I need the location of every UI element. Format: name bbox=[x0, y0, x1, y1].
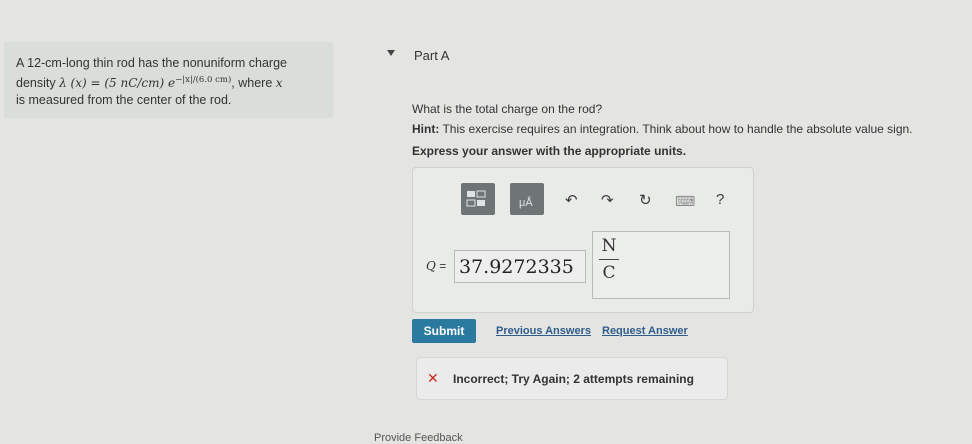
unit-denominator: C bbox=[602, 263, 616, 283]
reset-icon[interactable]: ↻ bbox=[639, 191, 652, 209]
templates-button[interactable] bbox=[461, 183, 495, 215]
answer-value-input[interactable]: 37.9272335 bbox=[454, 250, 586, 283]
unit-numerator: N bbox=[601, 236, 617, 256]
units-button[interactable]: μÅ bbox=[510, 183, 544, 215]
density-prefix: density bbox=[16, 76, 60, 91]
request-answer-link[interactable]: Request Answer bbox=[602, 325, 688, 337]
units-fraction: N C bbox=[599, 236, 619, 283]
hint-label: Hint: bbox=[412, 122, 440, 136]
incorrect-x-icon: ✕ bbox=[427, 370, 439, 386]
provide-feedback-link[interactable]: Provide Feedback bbox=[374, 432, 463, 444]
keyboard-icon[interactable]: ⌨ bbox=[675, 193, 695, 210]
undo-icon[interactable]: ↶ bbox=[565, 191, 578, 209]
question-text: What is the total charge on the rod? bbox=[412, 102, 603, 116]
fraction-bar bbox=[599, 259, 619, 260]
density-exponent: −|x|/(6.0 cm) bbox=[175, 75, 232, 85]
feedback-text: Incorrect; Try Again; 2 attempts remaini… bbox=[453, 372, 694, 386]
q-variable: Q bbox=[426, 259, 436, 273]
answer-label: Q = bbox=[426, 259, 446, 273]
submit-button[interactable]: Submit bbox=[412, 319, 476, 343]
problem-line-3: is measured from the center of the rod. bbox=[16, 93, 232, 108]
problem-statement: A 12-cm-long thin rod has the nonuniform… bbox=[16, 55, 331, 109]
problem-line-2: density λ (x) = (5 nC/cm) e−|x|/(6.0 cm)… bbox=[16, 72, 331, 92]
part-collapse-icon[interactable] bbox=[387, 50, 395, 56]
units-icon: μÅ bbox=[519, 197, 533, 209]
help-icon[interactable]: ? bbox=[716, 191, 724, 208]
answer-instruction: Express your answer with the appropriate… bbox=[412, 144, 687, 158]
hint-text: This exercise requires an integration. T… bbox=[439, 122, 913, 136]
density-formula: λ (x) = (5 nC/cm) e bbox=[59, 76, 176, 91]
templates-icon bbox=[466, 190, 486, 207]
where-text: , where bbox=[231, 76, 273, 91]
previous-answers-link[interactable]: Previous Answers bbox=[496, 325, 591, 337]
hint: Hint: This exercise requires an integrat… bbox=[412, 122, 913, 136]
redo-icon[interactable]: ↷ bbox=[601, 191, 614, 209]
equals-sign: = bbox=[439, 259, 447, 273]
part-title: Part A bbox=[414, 48, 450, 63]
x-variable: x bbox=[275, 76, 283, 91]
problem-line-1: A 12-cm-long thin rod has the nonuniform… bbox=[16, 56, 287, 70]
